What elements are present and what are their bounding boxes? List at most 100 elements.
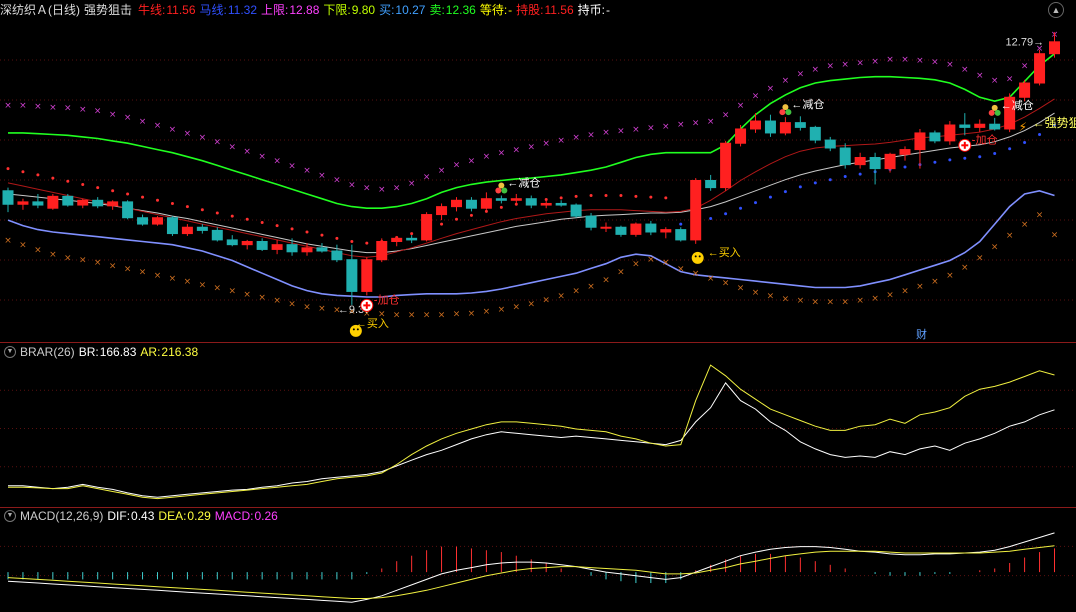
sell-mark: × (483, 152, 491, 162)
buy-mark: × (288, 299, 296, 309)
candle-body (316, 247, 328, 252)
support-dot (589, 194, 593, 198)
support-dot (903, 165, 907, 169)
buy-mark: × (527, 299, 535, 309)
support-dot (320, 233, 324, 237)
buy-mark: × (243, 290, 251, 300)
sell-mark: × (812, 65, 820, 75)
candle-body (914, 132, 926, 151)
candle-body (839, 147, 851, 166)
buy-mark: × (797, 296, 805, 306)
reduce-position-icon (498, 182, 505, 189)
support-dot (484, 209, 488, 213)
buy-mark: × (737, 283, 745, 293)
buy-mark: × (692, 269, 700, 279)
candle-body (271, 244, 283, 250)
buy-mark: × (184, 277, 192, 287)
sell-mark: × (707, 117, 715, 127)
candle-body (1049, 41, 1060, 55)
candle-body (256, 240, 268, 250)
support-dot (963, 156, 967, 160)
buy-mark: × (1006, 231, 1014, 241)
sell-mark: × (901, 55, 909, 65)
candle-body (451, 199, 462, 208)
candle-body (959, 124, 971, 128)
candle-body (196, 226, 208, 231)
candle-body (585, 215, 597, 228)
reduce-position-label: ←减仓 (791, 97, 824, 111)
sell-mark: × (273, 157, 281, 167)
support-dot (798, 185, 802, 189)
candle-body (2, 190, 14, 205)
support-dot (948, 158, 952, 162)
smile-icon (694, 255, 697, 258)
sell-mark: × (767, 84, 775, 94)
support-dot (664, 196, 668, 200)
buy-mark: × (498, 305, 506, 315)
buy-mark: × (572, 287, 580, 297)
sell-mark: × (513, 146, 521, 156)
candle-body (884, 153, 896, 170)
candle-body (181, 226, 193, 235)
buy-mark: × (124, 264, 132, 274)
candle-body (929, 132, 941, 142)
add-position-label: -加仓 (972, 132, 998, 146)
sell-mark: × (139, 117, 147, 127)
candle-body (122, 201, 134, 219)
reduce-position-label: ←减仓 (1001, 98, 1034, 112)
sell-mark: × (49, 103, 57, 113)
buy-mark: × (901, 287, 909, 297)
candle-body (77, 199, 89, 206)
buy-mark: × (228, 287, 236, 297)
candle-body (331, 250, 343, 261)
sell-mark: × (318, 171, 326, 181)
candle-body (376, 240, 388, 261)
sell-mark: × (617, 127, 625, 137)
support-dot (679, 222, 683, 226)
support-dot (290, 227, 294, 231)
sell-mark: × (4, 101, 12, 111)
candle-body (869, 157, 881, 170)
sell-mark: × (288, 161, 296, 171)
candle-body (241, 240, 253, 246)
sell-mark: × (991, 76, 999, 86)
reduce-position-icon (988, 109, 995, 116)
sell-mark: × (124, 113, 132, 123)
candle-body (107, 201, 119, 207)
candle-body (899, 149, 911, 155)
buy-mark: × (214, 283, 222, 293)
buy-mark: × (826, 298, 834, 308)
sell-mark: × (423, 173, 431, 183)
support-dot (305, 230, 309, 234)
candle-body (1019, 82, 1031, 98)
sell-mark: × (393, 184, 401, 194)
support-dot (604, 194, 608, 198)
sell-mark: × (856, 58, 864, 68)
candle-body (436, 206, 448, 216)
sell-mark: × (961, 65, 969, 75)
candle-body (62, 195, 74, 206)
chart-canvas[interactable]: × × × × × × × × × × × × × × × × × × × × × × × × × × × × × × × × × × × × × × × ×… (0, 0, 1076, 612)
sell-mark: × (572, 133, 580, 143)
support-dot (469, 213, 473, 217)
buy-mark: × (318, 304, 326, 314)
sell-mark: × (79, 105, 87, 115)
support-dot (81, 182, 85, 186)
sell-mark: × (976, 71, 984, 81)
sell-mark: × (303, 166, 311, 176)
support-dot (768, 195, 772, 199)
buy-signal-label: ←买入 (356, 317, 389, 330)
buy-mark: × (199, 280, 207, 290)
buy-mark: × (79, 256, 87, 266)
sell-mark: × (797, 70, 805, 80)
buy-mark: × (677, 264, 685, 274)
support-dot (126, 192, 130, 196)
sell-mark: × (34, 102, 42, 112)
candle-body (660, 229, 672, 233)
candle-body (809, 126, 821, 141)
buy-mark: × (303, 302, 311, 312)
reduce-position-icon (495, 187, 502, 194)
candle-body (525, 198, 537, 206)
candle-body (794, 122, 806, 128)
buy-mark: × (856, 296, 864, 306)
